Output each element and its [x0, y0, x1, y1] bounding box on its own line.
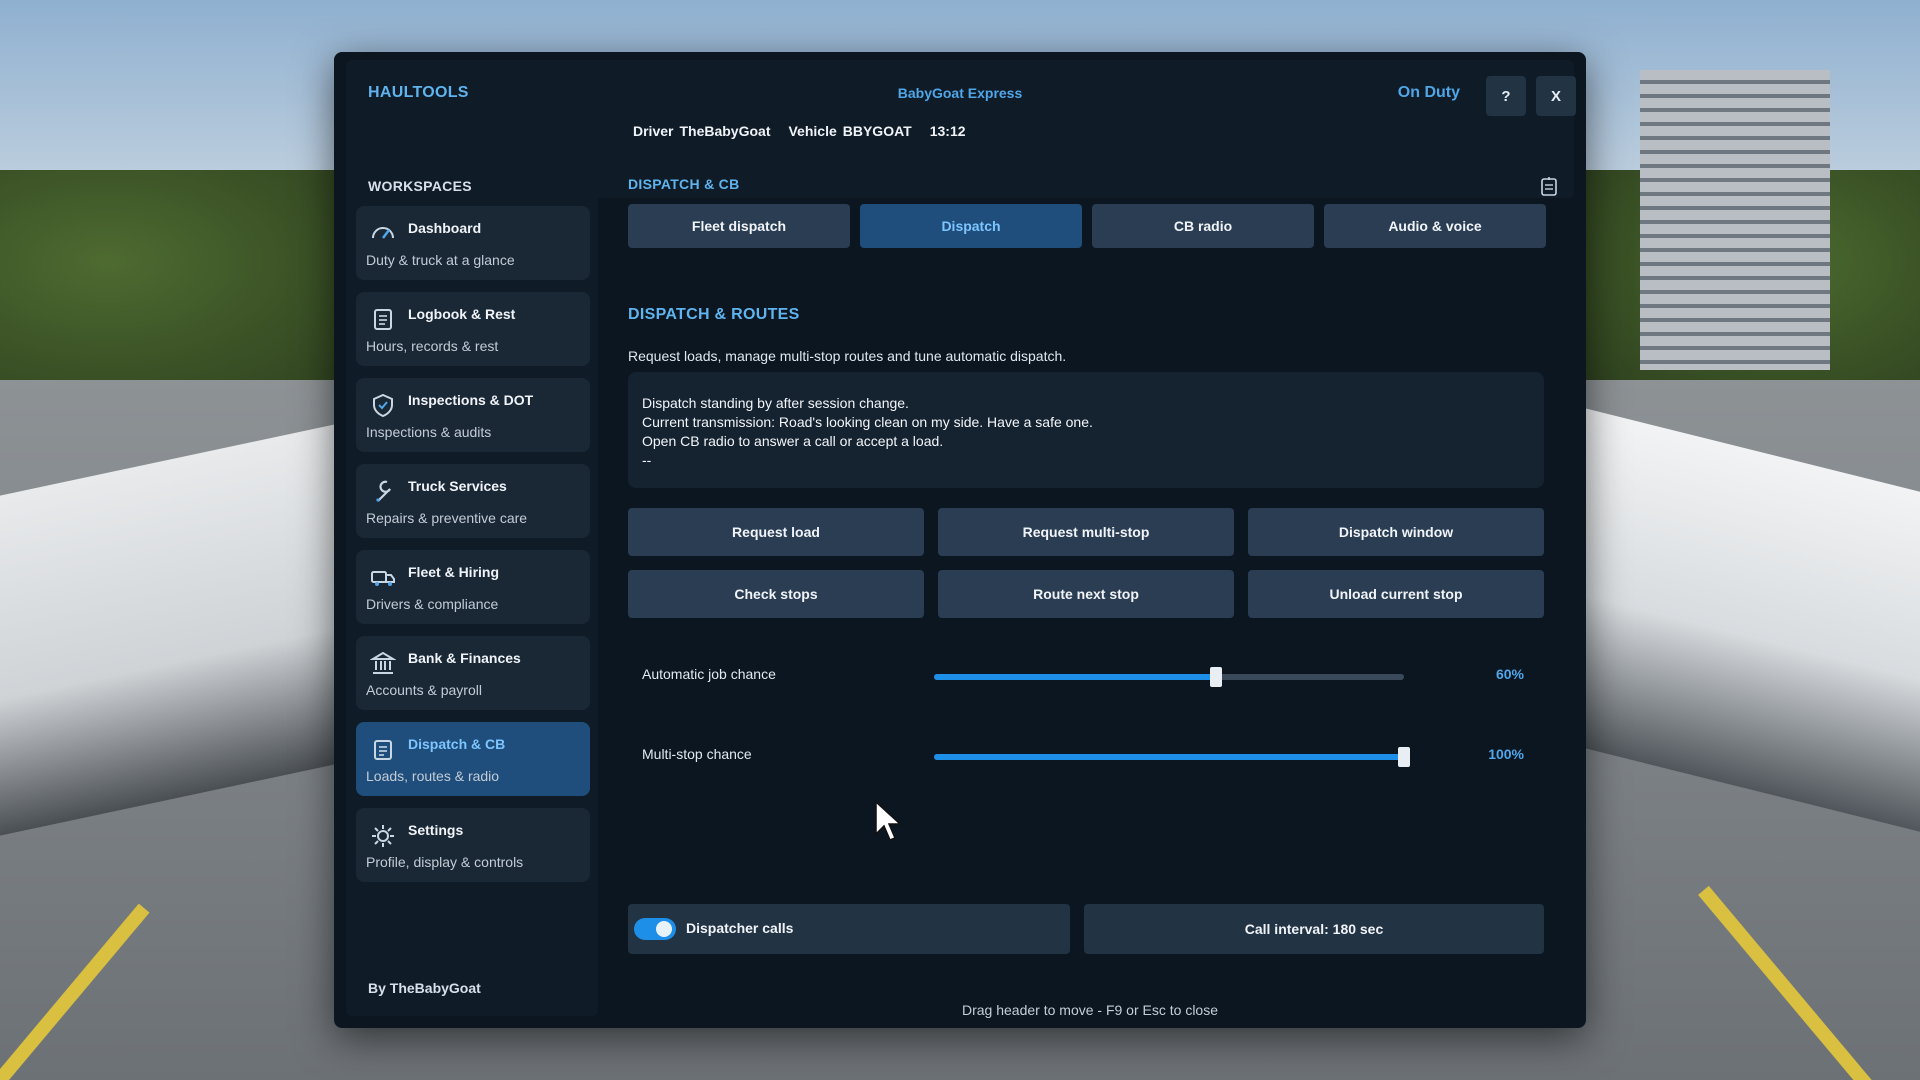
footer-hint: Drag header to move - F9 or Esc to close [962, 1002, 1218, 1018]
sidebar-item-sub: Repairs & preventive care [366, 510, 528, 526]
slider-fill [934, 674, 1216, 680]
slider-label: Automatic job chance [642, 666, 776, 682]
sidebar-item-bank-finances[interactable]: Bank & Finances Accounts & payroll [356, 636, 590, 710]
slider-value: 100% [1488, 746, 1524, 762]
call-interval-button[interactable]: Call interval: 180 sec [1084, 904, 1544, 954]
wrench-icon [376, 480, 391, 502]
vehicle-info: Vehicle BBYGOAT [788, 123, 911, 139]
help-button[interactable]: ? [1486, 76, 1526, 116]
driver-name: TheBabyGoat [679, 123, 771, 139]
dispatcher-calls-toggle-row[interactable]: Dispatcher calls [628, 904, 1070, 954]
vehicle-id: BBYGOAT [842, 123, 912, 139]
slider-fill [934, 754, 1404, 760]
section-title: DISPATCH & CB [628, 176, 740, 192]
sidebar-item-sub: Inspections & audits [366, 424, 492, 440]
toggle-label: Dispatcher calls [686, 920, 794, 936]
workspaces-title: WORKSPACES [368, 178, 472, 194]
tab-audio-voice[interactable]: Audio & voice [1324, 204, 1546, 248]
haultools-window: HAULTOOLS BabyGoat Express On Duty ? X D… [334, 52, 1586, 1028]
slider-value: 60% [1495, 666, 1524, 682]
automatic-job-chance-slider[interactable] [934, 667, 1404, 687]
toggle-knob [656, 921, 672, 937]
main-panel: DISPATCH & CB Fleet dispatch Dispatch CB… [606, 156, 1574, 1018]
sidebar-item-label: Settings [408, 822, 464, 838]
check-stops-button[interactable]: Check stops [628, 570, 924, 618]
dispatch-actions: Request load Request multi-stop Dispatch… [628, 508, 1544, 618]
tab-fleet-dispatch[interactable]: Fleet dispatch [628, 204, 850, 248]
dispatch-window-button[interactable]: Dispatch window [1248, 508, 1544, 556]
mouse-cursor-icon [875, 800, 902, 841]
unload-current-stop-button[interactable]: Unload current stop [1248, 570, 1544, 618]
request-multi-stop-button[interactable]: Request multi-stop [938, 508, 1234, 556]
dispatcher-calls-toggle[interactable] [634, 918, 676, 940]
office-building [1640, 70, 1830, 370]
sidebar-item-fleet-hiring[interactable]: Fleet & Hiring Drivers & compliance [356, 550, 590, 624]
log-line: -- [642, 452, 652, 468]
sidebar-item-label: Dashboard [408, 220, 482, 236]
bank-icon [370, 651, 396, 674]
log-line: Open CB radio to answer a call or accept… [642, 433, 944, 449]
workspaces-sidebar: WORKSPACES Dashboard Duty & truck at a g… [346, 156, 598, 1016]
author-credit: By TheBabyGoat [368, 980, 481, 996]
logbook-icon [374, 309, 392, 330]
duty-status: On Duty [1397, 84, 1460, 101]
sidebar-item-truck-services[interactable]: Truck Services Repairs & preventive care [356, 464, 590, 538]
slider-thumb[interactable] [1210, 667, 1222, 687]
driver-info-bar: Driver TheBabyGoat Vehicle BBYGOAT 13:12 [633, 123, 966, 139]
trees-left [0, 170, 360, 400]
dispatch-tabs: Fleet dispatch Dispatch CB radio Audio &… [628, 204, 1546, 248]
sidebar-item-dashboard[interactable]: Dashboard Duty & truck at a glance [356, 206, 590, 280]
slider-label: Multi-stop chance [642, 746, 752, 762]
truck-icon [371, 571, 395, 586]
multi-stop-chance-row: Multi-stop chance 100% [628, 736, 1544, 776]
trailer-left [0, 424, 335, 836]
log-line: Dispatch standing by after session chang… [642, 395, 909, 411]
notes-icon[interactable] [1540, 176, 1558, 196]
sidebar-item-label: Logbook & Rest [408, 306, 516, 322]
request-load-button[interactable]: Request load [628, 508, 924, 556]
workspace-nav: Dashboard Duty & truck at a glance Logbo… [356, 206, 590, 894]
multi-stop-chance-slider[interactable] [934, 747, 1410, 767]
automatic-job-chance-row: Automatic job chance 60% [628, 656, 1544, 696]
route-next-stop-button[interactable]: Route next stop [938, 570, 1234, 618]
subsection-title: DISPATCH & ROUTES [628, 306, 800, 323]
game-time: 13:12 [929, 123, 966, 139]
sidebar-item-label: Dispatch & CB [408, 736, 506, 752]
gear-icon [372, 825, 394, 847]
vehicle-label: Vehicle [788, 123, 837, 139]
sidebar-item-sub: Duty & truck at a glance [366, 252, 515, 268]
log-line: Current transmission: Road's looking cle… [642, 414, 1093, 430]
sidebar-item-sub: Drivers & compliance [366, 596, 499, 612]
sidebar-item-sub: Hours, records & rest [366, 338, 499, 354]
shield-check-icon [373, 393, 393, 418]
gauge-icon [372, 227, 394, 239]
tab-dispatch[interactable]: Dispatch [860, 204, 1082, 248]
sidebar-item-label: Bank & Finances [408, 650, 521, 666]
slider-thumb[interactable] [1398, 747, 1410, 767]
sidebar-item-label: Truck Services [408, 478, 507, 494]
section-description: Request loads, manage multi-stop routes … [628, 348, 1067, 364]
close-button[interactable]: X [1536, 76, 1576, 116]
dispatch-icon [374, 740, 392, 760]
sidebar-item-sub: Loads, routes & radio [366, 768, 500, 784]
sidebar-item-label: Inspections & DOT [408, 392, 534, 408]
driver-info: Driver TheBabyGoat [633, 123, 770, 139]
dispatch-log: Dispatch standing by after session chang… [628, 372, 1544, 488]
sidebar-item-sub: Accounts & payroll [366, 682, 482, 698]
tab-cb-radio[interactable]: CB radio [1092, 204, 1314, 248]
sidebar-item-settings[interactable]: Settings Profile, display & controls [356, 808, 590, 882]
sidebar-item-logbook[interactable]: Logbook & Rest Hours, records & rest [356, 292, 590, 366]
driver-label: Driver [633, 123, 674, 139]
company-name: BabyGoat Express [897, 85, 1023, 101]
sidebar-item-dispatch-cb[interactable]: Dispatch & CB Loads, routes & radio [356, 722, 590, 796]
sidebar-item-label: Fleet & Hiring [408, 564, 500, 580]
sidebar-item-sub: Profile, display & controls [366, 854, 524, 870]
sidebar-item-inspections[interactable]: Inspections & DOT Inspections & audits [356, 378, 590, 452]
